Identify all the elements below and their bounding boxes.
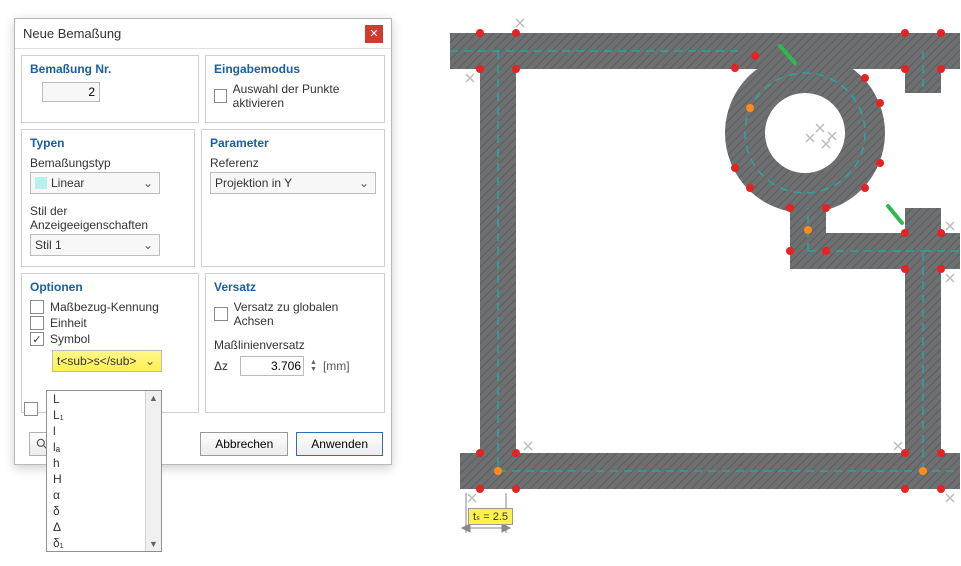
combo-symbol-value: t<sub>s</sub> [57,354,143,368]
group-types: Typen Bemaßungstyp Linear ⌄ Stil der Anz… [21,129,195,267]
label-style: Stil der Anzeigeeigenschaften [30,204,186,232]
group-number: Bemaßung Nr. [21,55,199,123]
scroll-down-icon: ▼ [149,539,158,549]
combo-dim-type-value: Linear [51,176,141,190]
input-dz[interactable] [240,356,304,376]
symbol-option[interactable]: H [47,471,161,487]
group-title-input-mode: Eingabemodus [214,62,376,76]
symbol-option[interactable]: h [47,455,161,471]
checkbox-datum-label: Maßbezug-Kennung [50,300,159,314]
dropdown-scrollbar[interactable]: ▲ ▼ [145,391,161,551]
combo-dim-type[interactable]: Linear ⌄ [30,172,160,194]
chevron-down-icon: ⌄ [141,238,155,252]
checkbox-datum[interactable] [30,300,44,314]
group-input-mode: Eingabemodus Auswahl der Punkte aktivier… [205,55,385,123]
checkbox-hidden-option[interactable] [24,402,38,416]
chevron-down-icon: ⌄ [141,176,155,190]
group-title-offset: Versatz [214,280,376,294]
group-title-options: Optionen [30,280,190,294]
symbol-option[interactable]: Δ [47,519,161,535]
combo-style[interactable]: Stil 1 ⌄ [30,234,160,256]
cancel-button[interactable]: Abbrechen [200,432,288,456]
swatch-icon [35,177,47,189]
checkbox-symbol-label: Symbol [50,332,90,346]
chevron-down-icon: ⌄ [143,354,157,368]
titlebar: Neue Bemaßung ✕ [15,19,391,49]
dimension-label[interactable]: tₛ = 2.5 [468,508,513,525]
label-reference: Referenz [210,156,376,170]
checkbox-symbol[interactable] [30,332,44,346]
group-title-types: Typen [30,136,186,150]
label-dz-unit: [mm] [323,359,350,373]
group-title-number: Bemaßung Nr. [30,62,190,76]
symbol-dropdown-list: L L₁ l lₐ h H α δ Δ δ₁ ▲ ▼ [46,390,162,552]
label-dz: Δz [214,359,234,373]
symbol-option[interactable]: δ₁ [47,535,161,551]
dialog-title: Neue Bemaßung [23,26,365,41]
checkbox-unit-label: Einheit [50,316,87,330]
group-title-parameter: Parameter [210,136,376,150]
symbol-option[interactable]: α [47,487,161,503]
combo-style-value: Stil 1 [35,238,141,252]
label-line-offset: Maßlinienversatz [214,338,376,352]
label-dim-type: Bemaßungstyp [30,156,186,170]
checkbox-point-selection-label: Auswahl der Punkte aktivieren [233,82,376,110]
symbol-option[interactable]: l [47,423,161,439]
combo-symbol[interactable]: t<sub>s</sub> ⌄ [52,350,162,372]
close-button[interactable]: ✕ [365,25,383,43]
checkbox-offset-global[interactable] [214,307,228,321]
combo-reference[interactable]: Projektion in Y ⌄ [210,172,376,194]
symbol-option[interactable]: δ [47,503,161,519]
checkbox-point-selection[interactable] [214,89,227,103]
dimension-number-input[interactable] [42,82,100,102]
combo-reference-value: Projektion in Y [215,176,357,190]
chevron-down-icon: ⌄ [357,176,371,190]
apply-button[interactable]: Anwenden [296,432,383,456]
group-parameter: Parameter Referenz Projektion in Y ⌄ [201,129,385,267]
cad-preview[interactable] [450,8,960,563]
checkbox-unit[interactable] [30,316,44,330]
scroll-up-icon: ▲ [149,393,158,403]
group-offset: Versatz Versatz zu globalen Achsen Maßli… [205,273,385,413]
symbol-option[interactable]: L₁ [47,407,161,423]
symbol-option[interactable]: lₐ [47,439,161,455]
symbol-option[interactable]: L [47,391,161,407]
checkbox-offset-global-label: Versatz zu globalen Achsen [234,300,376,328]
spinner-buttons[interactable]: ▲▼ [310,359,317,373]
